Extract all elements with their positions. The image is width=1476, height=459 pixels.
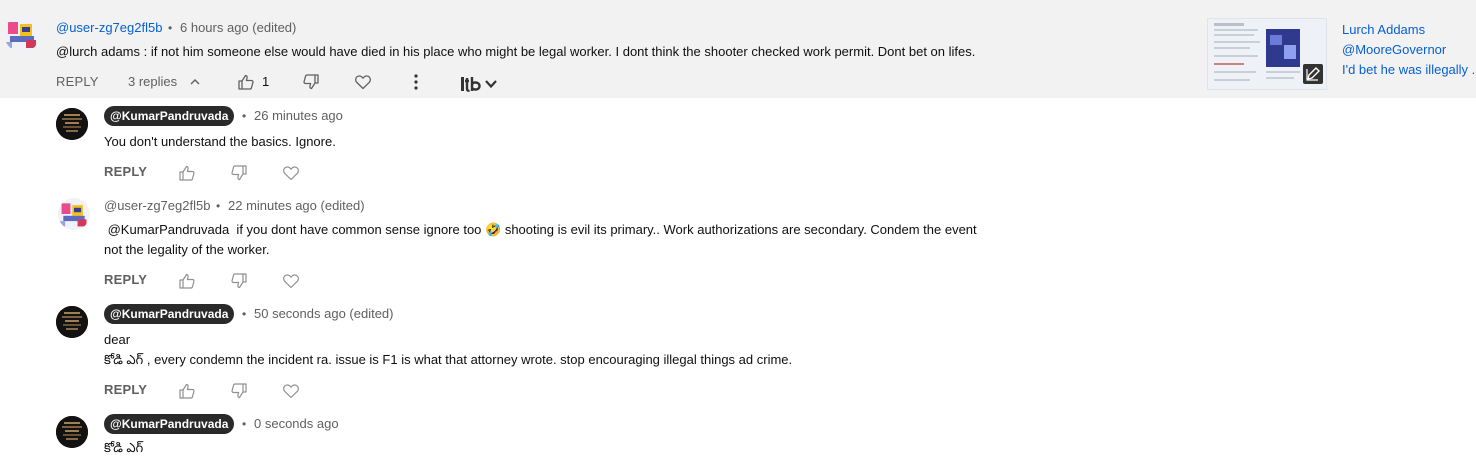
thumbs-up-icon[interactable]	[178, 272, 196, 290]
author-chip[interactable]: @KumarPandruvada	[104, 414, 235, 434]
separator-dot: •	[168, 21, 173, 35]
reply-author: @KumarPandruvada	[110, 109, 229, 123]
reply-time[interactable]: 0 seconds ago	[254, 416, 339, 431]
avatar-image	[56, 306, 88, 338]
avatar[interactable]	[56, 306, 88, 338]
reply-author: @KumarPandruvada	[110, 307, 229, 321]
avatar-image	[56, 416, 88, 448]
side-snippet[interactable]: I'd bet he was illegally ..	[1342, 62, 1476, 77]
reply-author: @KumarPandruvada	[110, 417, 229, 431]
author-chip[interactable]: @KumarPandruvada	[104, 106, 235, 126]
reply-time[interactable]: 26 minutes ago	[254, 108, 343, 123]
reply-author[interactable]: @user-zg7eg2fl5b	[104, 198, 210, 213]
reply-button[interactable]: REPLY	[104, 164, 147, 179]
avatar[interactable]	[58, 198, 90, 230]
side-mention[interactable]: @MooreGovernor	[1342, 42, 1446, 57]
avatar-image	[58, 198, 90, 230]
thumbs-up-icon[interactable]	[178, 164, 196, 182]
comment-time[interactable]: 6 hours ago (edited)	[180, 20, 296, 35]
thumbs-up-icon[interactable]	[178, 382, 196, 400]
replies-toggle[interactable]: 3 replies	[128, 74, 177, 89]
reply-text-line: కోడి ఎగ్	[104, 440, 144, 455]
reply-button[interactable]: REPLY	[56, 74, 99, 89]
avatar-image	[4, 16, 40, 52]
edit-icon[interactable]	[1303, 64, 1323, 84]
thumbs-down-icon[interactable]	[230, 382, 248, 400]
comment-author[interactable]: @user-zg7eg2fl5b	[56, 20, 162, 35]
comment-text: @lurch adams : if not him someone else w…	[56, 44, 976, 59]
heart-icon[interactable]	[282, 382, 300, 400]
avatar[interactable]	[4, 16, 40, 52]
separator-dot: •	[242, 417, 247, 431]
reply-button[interactable]: REPLY	[104, 272, 147, 287]
reply-text-line: dear	[104, 332, 131, 347]
thumbs-down-icon[interactable]	[302, 73, 320, 91]
reply-time[interactable]: 22 minutes ago (edited)	[228, 198, 365, 213]
author-chip[interactable]: @KumarPandruvada	[104, 304, 235, 324]
reply-button[interactable]: REPLY	[104, 382, 147, 397]
avatar[interactable]	[56, 416, 88, 448]
reply-text-line: కోడి ఎగ్ , every condemn the incident ra…	[104, 352, 793, 367]
heart-icon[interactable]	[282, 272, 300, 290]
tubebuddy-icon[interactable]	[460, 75, 482, 93]
reply-text: You don't understand the basics. Ignore.	[104, 134, 336, 149]
reply-text-line: not the legality of the worker.	[104, 242, 270, 257]
thumbs-down-icon[interactable]	[230, 164, 248, 182]
side-name[interactable]: Lurch Addams	[1342, 22, 1425, 37]
reply-text-line: @KumarPandruvada if you dont have common…	[104, 222, 977, 237]
avatar-image	[56, 108, 88, 140]
heart-icon[interactable]	[354, 73, 372, 91]
chevron-down-icon[interactable]	[484, 78, 498, 90]
thumbs-down-icon[interactable]	[230, 272, 248, 290]
like-count: 1	[262, 74, 270, 89]
reply-time[interactable]: 50 seconds ago (edited)	[254, 306, 393, 321]
separator-dot: •	[216, 199, 221, 213]
thumbs-up-icon[interactable]	[237, 73, 255, 91]
heart-icon[interactable]	[282, 164, 300, 182]
chevron-up-icon[interactable]	[189, 76, 201, 88]
avatar[interactable]	[56, 108, 88, 140]
separator-dot: •	[242, 307, 247, 321]
more-vert-icon[interactable]	[409, 73, 423, 91]
separator-dot: •	[242, 109, 247, 123]
replies-count: 3 replies	[128, 74, 178, 89]
